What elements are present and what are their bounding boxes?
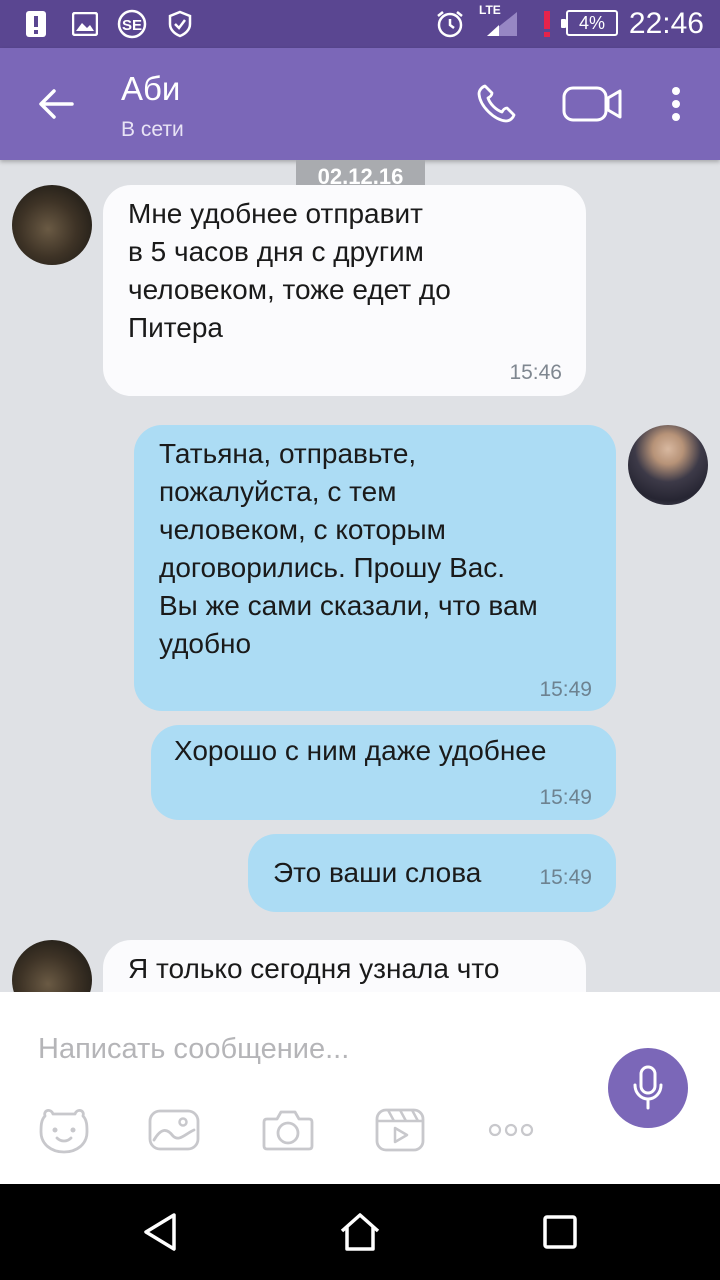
nav-home-button[interactable] (324, 1204, 396, 1260)
gallery-icon (148, 1109, 200, 1151)
clock: 22:46 (628, 7, 704, 40)
system-nav-bar (0, 1184, 720, 1280)
status-bar: SE LTE 4% 22:46 (0, 0, 720, 48)
se-app-icon: SE (114, 9, 150, 39)
battery-warning-icon (540, 10, 554, 38)
message-time: 15:49 (539, 786, 592, 809)
contact-avatar[interactable] (12, 940, 92, 992)
gallery-icon (70, 10, 100, 38)
message-time: 15:46 (509, 361, 562, 384)
alarm-icon (434, 10, 466, 38)
message-time: 15:49 (539, 678, 592, 701)
camera-button[interactable] (258, 1102, 318, 1158)
video-clip-icon (375, 1108, 425, 1152)
signal-icon (484, 10, 520, 38)
contact-status: В сети (121, 118, 184, 141)
battery-icon: 4% (561, 10, 618, 36)
shield-icon (166, 10, 194, 38)
more-options-button[interactable] (481, 1102, 541, 1158)
voice-message-button[interactable] (608, 1048, 688, 1128)
nav-recents-icon (543, 1215, 577, 1249)
message-text: Татьяна, отправьте, пожалуйста, с тем че… (159, 438, 538, 659)
message-list[interactable]: 02.12.16 Мне удобнее отправит в 5 часов … (0, 160, 720, 992)
back-arrow-icon (39, 89, 74, 119)
message-composer (0, 992, 720, 1184)
message-bubble-outgoing[interactable]: Это ваши слова 15:49 (248, 834, 616, 912)
svg-text:SE: SE (122, 17, 142, 34)
video-clip-button[interactable] (370, 1102, 430, 1158)
more-options-icon (488, 1123, 534, 1137)
nav-home-icon (340, 1213, 380, 1251)
my-avatar[interactable] (628, 425, 708, 505)
call-button[interactable] (468, 76, 524, 132)
notification-alert-icon (22, 10, 50, 38)
message-text: Я только сегодня узнала что (128, 953, 500, 984)
more-vertical-icon (672, 87, 680, 121)
message-bubble-outgoing[interactable]: Татьяна, отправьте, пожалуйста, с тем че… (134, 425, 616, 711)
contact-avatar[interactable] (12, 185, 92, 265)
message-text: Хорошо с ним даже удобнее (174, 735, 547, 766)
nav-back-icon (144, 1213, 176, 1251)
camera-icon (262, 1110, 314, 1151)
message-bubble-incoming[interactable]: Мне удобнее отправит в 5 часов дня с дру… (103, 185, 586, 396)
message-time: 15:49 (539, 866, 592, 889)
chat-header: Аби В сети (0, 48, 720, 160)
message-bubble-outgoing[interactable]: Хорошо с ним даже удобнее 15:49 (151, 725, 616, 820)
nav-recents-button[interactable] (524, 1204, 596, 1260)
message-bubble-incoming[interactable]: Я только сегодня узнала что (103, 940, 586, 992)
microphone-icon (633, 1065, 663, 1110)
video-camera-icon (562, 86, 622, 122)
contact-name[interactable]: Аби (121, 70, 180, 108)
more-menu-button[interactable] (656, 76, 696, 132)
nav-back-button[interactable] (124, 1204, 196, 1260)
message-input[interactable] (38, 1022, 578, 1076)
message-text: Это ваши слова (273, 857, 482, 888)
phone-icon (477, 84, 516, 123)
sticker-button[interactable] (34, 1102, 94, 1158)
sticker-icon (39, 1109, 89, 1154)
back-button[interactable] (26, 78, 86, 130)
video-call-button[interactable] (558, 76, 626, 132)
gallery-button[interactable] (144, 1102, 204, 1158)
message-text: Мне удобнее отправит в 5 часов дня с дру… (128, 198, 451, 343)
